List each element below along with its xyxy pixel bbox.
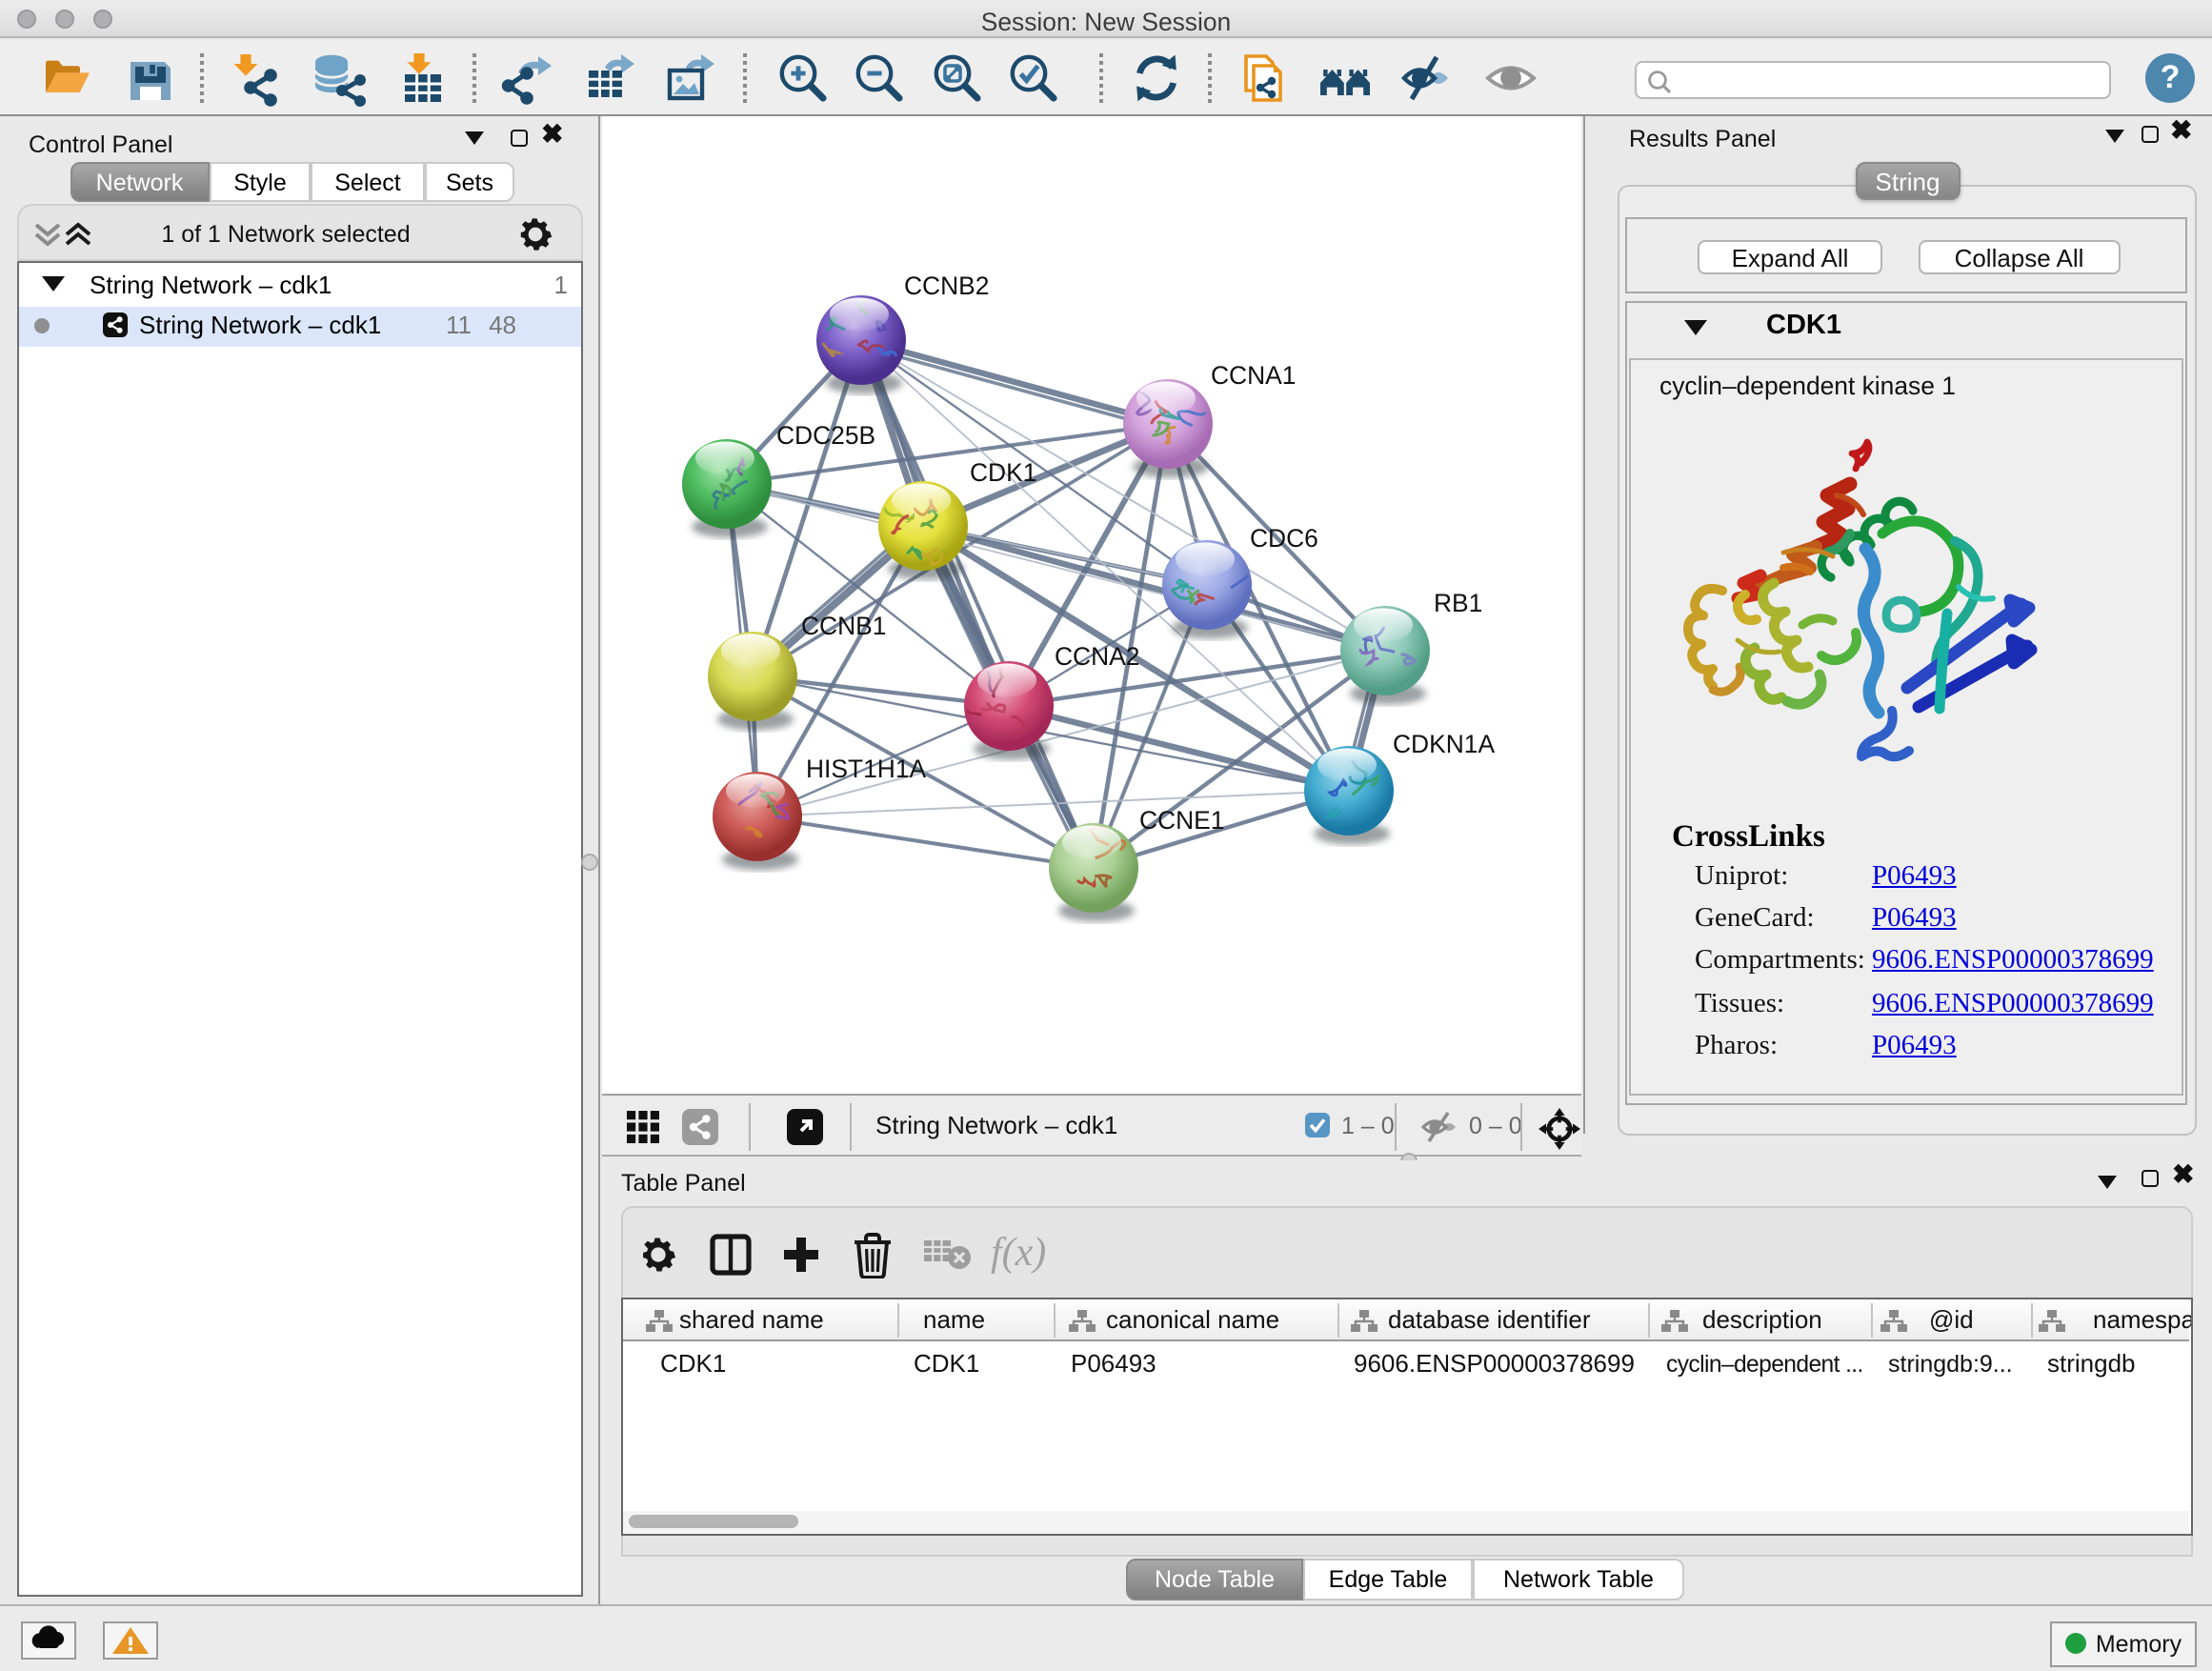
svg-text:HIST1H1A: HIST1H1A: [806, 755, 927, 783]
svg-text:CCNA1: CCNA1: [1211, 361, 1296, 390]
svg-text:CCNB2: CCNB2: [904, 272, 989, 300]
svg-text:CDC25B: CDC25B: [776, 421, 875, 450]
svg-text:CDC6: CDC6: [1250, 524, 1318, 553]
svg-text:CCNB1: CCNB1: [801, 612, 886, 640]
svg-text:CCNA2: CCNA2: [1055, 642, 1139, 671]
svg-text:CCNE1: CCNE1: [1139, 806, 1224, 835]
svg-text:CDKN1A: CDKN1A: [1393, 730, 1495, 758]
svg-text:RB1: RB1: [1434, 589, 1482, 617]
svg-text:CDK1: CDK1: [970, 458, 1036, 487]
